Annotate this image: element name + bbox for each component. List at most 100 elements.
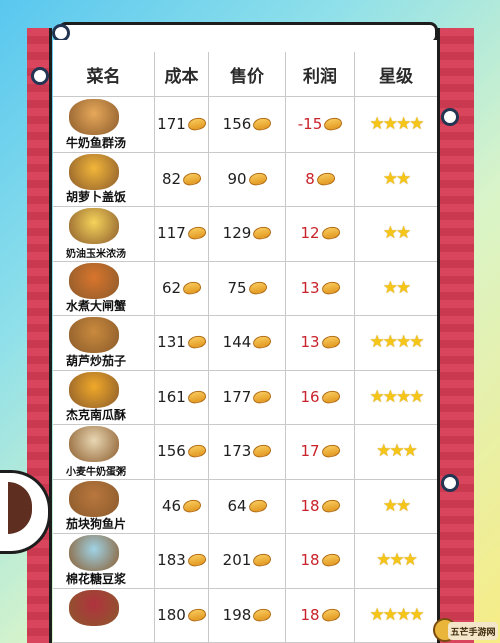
price-value: 156 (222, 115, 252, 134)
bean-coin-icon (186, 607, 207, 623)
profit-cell: 18 (286, 587, 355, 642)
dish-name: 葫芦炒茄子 (66, 353, 127, 368)
dish-cell: 茄块狗鱼片 (53, 478, 155, 533)
price-value: 198 (222, 605, 252, 624)
star-cell: ★★★★ (355, 370, 437, 425)
bean-coin-icon (186, 443, 207, 459)
price-cell: 144 (209, 315, 286, 370)
bean-coin-icon (186, 116, 207, 132)
rivet-icon (441, 474, 459, 492)
rivet-icon (441, 108, 459, 126)
left-frame (27, 28, 52, 643)
table-row: 奶油玉米浓汤 117 129 12 ★★ (53, 206, 437, 262)
price-cell: 173 (209, 424, 286, 479)
price-cell: 198 (209, 587, 286, 642)
table-row: 葫芦炒茄子 131 144 13 ★★★★ (53, 315, 437, 371)
rivet-icon (31, 67, 49, 85)
bean-coin-icon (323, 116, 344, 132)
profit-cell: 13 (286, 315, 355, 370)
dish-name: 胡萝卜盖饭 (66, 190, 127, 204)
bean-coin-icon (320, 334, 341, 350)
cost-value: 183 (157, 551, 186, 570)
header-price: 售价 (209, 52, 286, 96)
bean-coin-icon (247, 280, 268, 296)
cost-value: 171 (157, 115, 186, 134)
star-rating: ★★★★ (369, 386, 425, 407)
profit-value: 16 (300, 387, 320, 406)
bean-coin-icon (252, 116, 273, 132)
price-value: 177 (222, 387, 252, 406)
star-cell: ★★ (355, 206, 437, 261)
dish-name: 奶油玉米浓汤 (66, 248, 126, 260)
profit-value: 8 (305, 169, 315, 188)
bean-coin-icon (247, 498, 268, 514)
profit-cell: 13 (286, 260, 355, 315)
star-rating: ★★★★ (369, 332, 425, 353)
star-rating: ★★★ (376, 550, 418, 571)
bean-coin-icon (252, 552, 273, 568)
bean-coin-icon (186, 389, 207, 405)
bean-coin-icon (320, 225, 341, 241)
bean-coin-icon (186, 225, 207, 241)
profit-cell: 12 (286, 206, 355, 261)
table-row: 杰克南瓜酥 161 177 16 ★★★★ (53, 369, 437, 425)
dish-name: 小麦牛奶蛋粥 (66, 466, 126, 478)
price-value: 90 (227, 169, 247, 188)
cost-cell: 82 (155, 151, 209, 206)
dish-name: 杰克南瓜酥 (66, 408, 127, 422)
header-stars: 星级 (379, 66, 413, 87)
table-row: 胡萝卜盖饭 82 90 8 ★★ (53, 151, 437, 207)
star-cell: ★★★★ (355, 588, 437, 643)
star-cell: ★★★★ (355, 97, 437, 152)
dish-cell: 棉花糖豆浆 (53, 533, 155, 588)
bean-coin-icon (252, 225, 273, 241)
cost-value: 46 (161, 496, 182, 515)
star-rating: ★★ (382, 223, 412, 244)
table-row: 180 198 18 ★★★★ (53, 587, 437, 643)
dish-image (69, 262, 119, 299)
dish-table: 菜名 成本 售价 利润 星级 牛奶鱼群汤 171 156 -15 ★★★★ 胡萝… (53, 40, 437, 643)
price-cell: 177 (209, 369, 286, 424)
cost-value: 156 (157, 442, 186, 461)
star-cell: ★★★★ (355, 315, 437, 370)
cost-cell: 62 (155, 260, 209, 315)
star-rating: ★★ (382, 277, 412, 298)
profit-cell: 18 (286, 533, 355, 588)
star-cell: ★★★ (355, 533, 437, 588)
price-cell: 64 (209, 478, 286, 533)
price-cell: 75 (209, 260, 286, 315)
dish-cell: 杰克南瓜酥 (53, 369, 155, 424)
bean-coin-icon (252, 334, 273, 350)
dish-cell: 牛奶鱼群汤 (53, 97, 155, 152)
header-cost: 成本 (155, 52, 209, 96)
bean-coin-icon (186, 552, 207, 568)
watermark: 五芒手游网 (448, 622, 498, 640)
cost-value: 117 (157, 224, 186, 243)
dish-image (69, 480, 119, 517)
price-cell: 201 (209, 533, 286, 588)
profit-value: 18 (300, 496, 320, 515)
bean-coin-icon (252, 389, 273, 405)
bean-coin-icon (252, 607, 273, 623)
star-rating: ★★ (382, 168, 412, 189)
profit-cell: -15 (286, 97, 355, 152)
dish-cell: 小麦牛奶蛋粥 (53, 424, 155, 479)
bean-coin-icon (186, 334, 207, 350)
profit-cell: 18 (286, 478, 355, 533)
cost-value: 62 (161, 278, 182, 297)
cost-cell: 156 (155, 424, 209, 479)
header-name: 菜名 (53, 52, 155, 96)
star-rating: ★★★★ (369, 114, 425, 135)
cost-value: 131 (157, 333, 186, 352)
cost-cell: 46 (155, 478, 209, 533)
dish-image (69, 589, 119, 626)
cost-cell: 183 (155, 533, 209, 588)
dish-image (69, 153, 119, 190)
star-rating: ★★★ (376, 441, 418, 462)
price-value: 75 (227, 278, 247, 297)
dish-image (69, 208, 119, 244)
table-row: 水煮大闸蟹 62 75 13 ★★ (53, 260, 437, 316)
profit-value: 13 (300, 278, 320, 297)
cost-cell: 161 (155, 369, 209, 424)
price-cell: 90 (209, 151, 286, 206)
